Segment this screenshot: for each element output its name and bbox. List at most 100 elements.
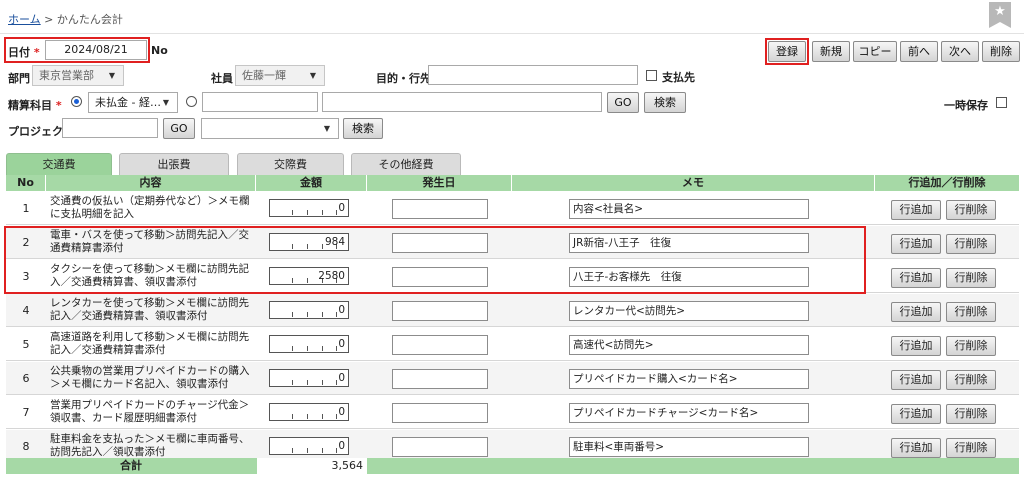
row-amount-value: 0 xyxy=(338,372,345,384)
add-row-button[interactable]: 行追加 xyxy=(891,268,941,288)
row-amount-input[interactable]: 0 xyxy=(269,301,349,319)
delete-row-button[interactable]: 行削除 xyxy=(946,200,996,220)
add-row-button[interactable]: 行追加 xyxy=(891,200,941,220)
row-memo-input[interactable]: 高速代<訪問先> xyxy=(569,335,809,355)
delete-row-button[interactable]: 行削除 xyxy=(946,404,996,424)
table-row: 1 交通費の仮払い（定期券代など）＞メモ欄に支払明細を記入 0 内容<社員名> 行追加行… xyxy=(6,192,1019,225)
add-row-button[interactable]: 行追加 xyxy=(891,336,941,356)
project-code-input[interactable] xyxy=(62,118,158,138)
total-value: 3,564 xyxy=(257,458,367,474)
row-amount-value: 0 xyxy=(338,406,345,418)
account-radio-free[interactable] xyxy=(186,96,197,107)
add-row-button[interactable]: 行追加 xyxy=(891,302,941,322)
copy-button[interactable]: コピー xyxy=(853,41,897,62)
breadcrumb-separator: > xyxy=(44,13,54,26)
add-row-button[interactable]: 行追加 xyxy=(891,370,941,390)
table-row: 4 レンタカーを使って移動＞メモ欄に訪問先記入／交通費精算書、領収書添付 0 レンタカ… xyxy=(6,294,1019,327)
row-amount-input[interactable]: 0 xyxy=(269,403,349,421)
row-content: 営業用プリペイドカードのチャージ代金＞領収書、カード履歴明細書添付 xyxy=(50,399,250,424)
row-date-input[interactable] xyxy=(392,369,488,389)
row-memo-input[interactable]: レンタカー代<訪問先> xyxy=(569,301,809,321)
hold-checkbox[interactable] xyxy=(996,97,1007,108)
next-button[interactable]: 次へ xyxy=(941,41,979,62)
add-row-button[interactable]: 行追加 xyxy=(891,404,941,424)
project-go-button[interactable]: GO xyxy=(163,118,195,139)
dept-select[interactable]: 東京営業部 ▼ xyxy=(32,65,124,86)
account-go-button[interactable]: GO xyxy=(607,92,639,113)
row-amount-input[interactable]: 0 xyxy=(269,335,349,353)
row-no: 5 xyxy=(22,338,30,351)
breadcrumb-current: かんたん会計 xyxy=(56,13,123,26)
purpose-label: 目的・行先 xyxy=(376,72,431,85)
row-memo-input[interactable]: プリペイドカード購入<カード名> xyxy=(569,369,809,389)
dept-value: 東京営業部 xyxy=(39,69,94,82)
row-memo-input[interactable]: 内容<社員名> xyxy=(569,199,809,219)
prev-button[interactable]: 前へ xyxy=(900,41,938,62)
project-select[interactable]: ▼ xyxy=(201,118,339,139)
delete-row-button[interactable]: 行削除 xyxy=(946,302,996,322)
row-no: 7 xyxy=(22,406,30,419)
breadcrumb-home-link[interactable]: ホーム xyxy=(8,13,41,26)
account-search-button[interactable]: 検索 xyxy=(644,92,686,113)
delete-button[interactable]: 削除 xyxy=(982,41,1020,62)
chevron-down-icon: ▼ xyxy=(108,71,115,80)
account-label: 精算科目 * xyxy=(8,99,62,112)
rows-highlight-frame xyxy=(4,226,866,294)
amount-digit-ticks xyxy=(270,336,348,352)
row-content: 高速道路を利用して移動＞メモ欄に訪問先記入／交通費精算書添付 xyxy=(50,331,250,356)
col-amount: 金額 xyxy=(256,175,367,191)
account-name-input[interactable] xyxy=(322,92,602,112)
row-amount-value: 0 xyxy=(338,440,345,452)
row-date-input[interactable] xyxy=(392,335,488,355)
account-code-input[interactable] xyxy=(202,92,318,112)
row-amount-input[interactable]: 0 xyxy=(269,437,349,455)
date-highlight-frame xyxy=(4,37,150,63)
delete-row-button[interactable]: 行削除 xyxy=(946,336,996,356)
row-no: 4 xyxy=(22,304,30,317)
tab-other-expenses[interactable]: その他経費 xyxy=(351,153,461,175)
row-no: 1 xyxy=(22,202,30,215)
col-row-actions: 行追加／行削除 xyxy=(908,176,986,189)
employee-select[interactable]: 佐藤一輝 ▼ xyxy=(235,65,325,86)
col-no: No xyxy=(6,175,46,191)
delete-row-button[interactable]: 行削除 xyxy=(946,268,996,288)
chevron-down-icon: ▼ xyxy=(323,124,330,133)
row-amount-value: 0 xyxy=(338,338,345,350)
row-date-input[interactable] xyxy=(392,403,488,423)
add-row-button[interactable]: 行追加 xyxy=(891,234,941,254)
total-label: 合計 xyxy=(120,459,142,472)
favorite-star-icon[interactable]: ★ xyxy=(989,2,1011,28)
account-select[interactable]: 未払金 - 経… ▼ xyxy=(88,92,178,113)
project-search-button[interactable]: 検索 xyxy=(343,118,383,139)
delete-row-button[interactable]: 行削除 xyxy=(946,438,996,458)
tab-business-trip[interactable]: 出張費 xyxy=(119,153,229,175)
row-amount-input[interactable]: 0 xyxy=(269,369,349,387)
row-date-input[interactable] xyxy=(392,301,488,321)
hold-label: 一時保存 xyxy=(944,99,988,112)
amount-digit-ticks xyxy=(270,438,348,454)
row-memo-input[interactable]: 駐車料<車両番号> xyxy=(569,437,809,457)
col-memo: メモ xyxy=(512,175,875,191)
breadcrumb: ホーム > かんたん会計 xyxy=(8,11,123,27)
table-row: 6 公共乗物の営業用プリペイドカードの購入＞メモ欄にカード名記入、領収書添付 0 プリ… xyxy=(6,362,1019,395)
tab-entertainment[interactable]: 交際費 xyxy=(237,153,344,175)
purpose-input[interactable] xyxy=(428,65,638,85)
delete-row-button[interactable]: 行削除 xyxy=(946,370,996,390)
row-date-input[interactable] xyxy=(392,437,488,457)
col-date: 発生日 xyxy=(367,175,512,191)
row-memo-input[interactable]: プリペイドカードチャージ<カード名> xyxy=(569,403,809,423)
register-highlight-frame xyxy=(765,38,809,65)
no-label: No xyxy=(151,44,168,57)
delete-row-button[interactable]: 行削除 xyxy=(946,234,996,254)
tab-transport[interactable]: 交通費 xyxy=(6,153,112,175)
add-row-button[interactable]: 行追加 xyxy=(891,438,941,458)
account-radio-list[interactable] xyxy=(71,96,82,107)
chevron-down-icon: ▼ xyxy=(162,98,169,107)
col-content: 内容 xyxy=(46,175,256,191)
new-button[interactable]: 新規 xyxy=(812,41,850,62)
amount-digit-ticks xyxy=(270,404,348,420)
row-content: レンタカーを使って移動＞メモ欄に訪問先記入／交通費精算書、領収書添付 xyxy=(50,297,249,322)
row-date-input[interactable] xyxy=(392,199,488,219)
payment-checkbox[interactable] xyxy=(646,70,657,81)
row-amount-input[interactable]: 0 xyxy=(269,199,349,217)
